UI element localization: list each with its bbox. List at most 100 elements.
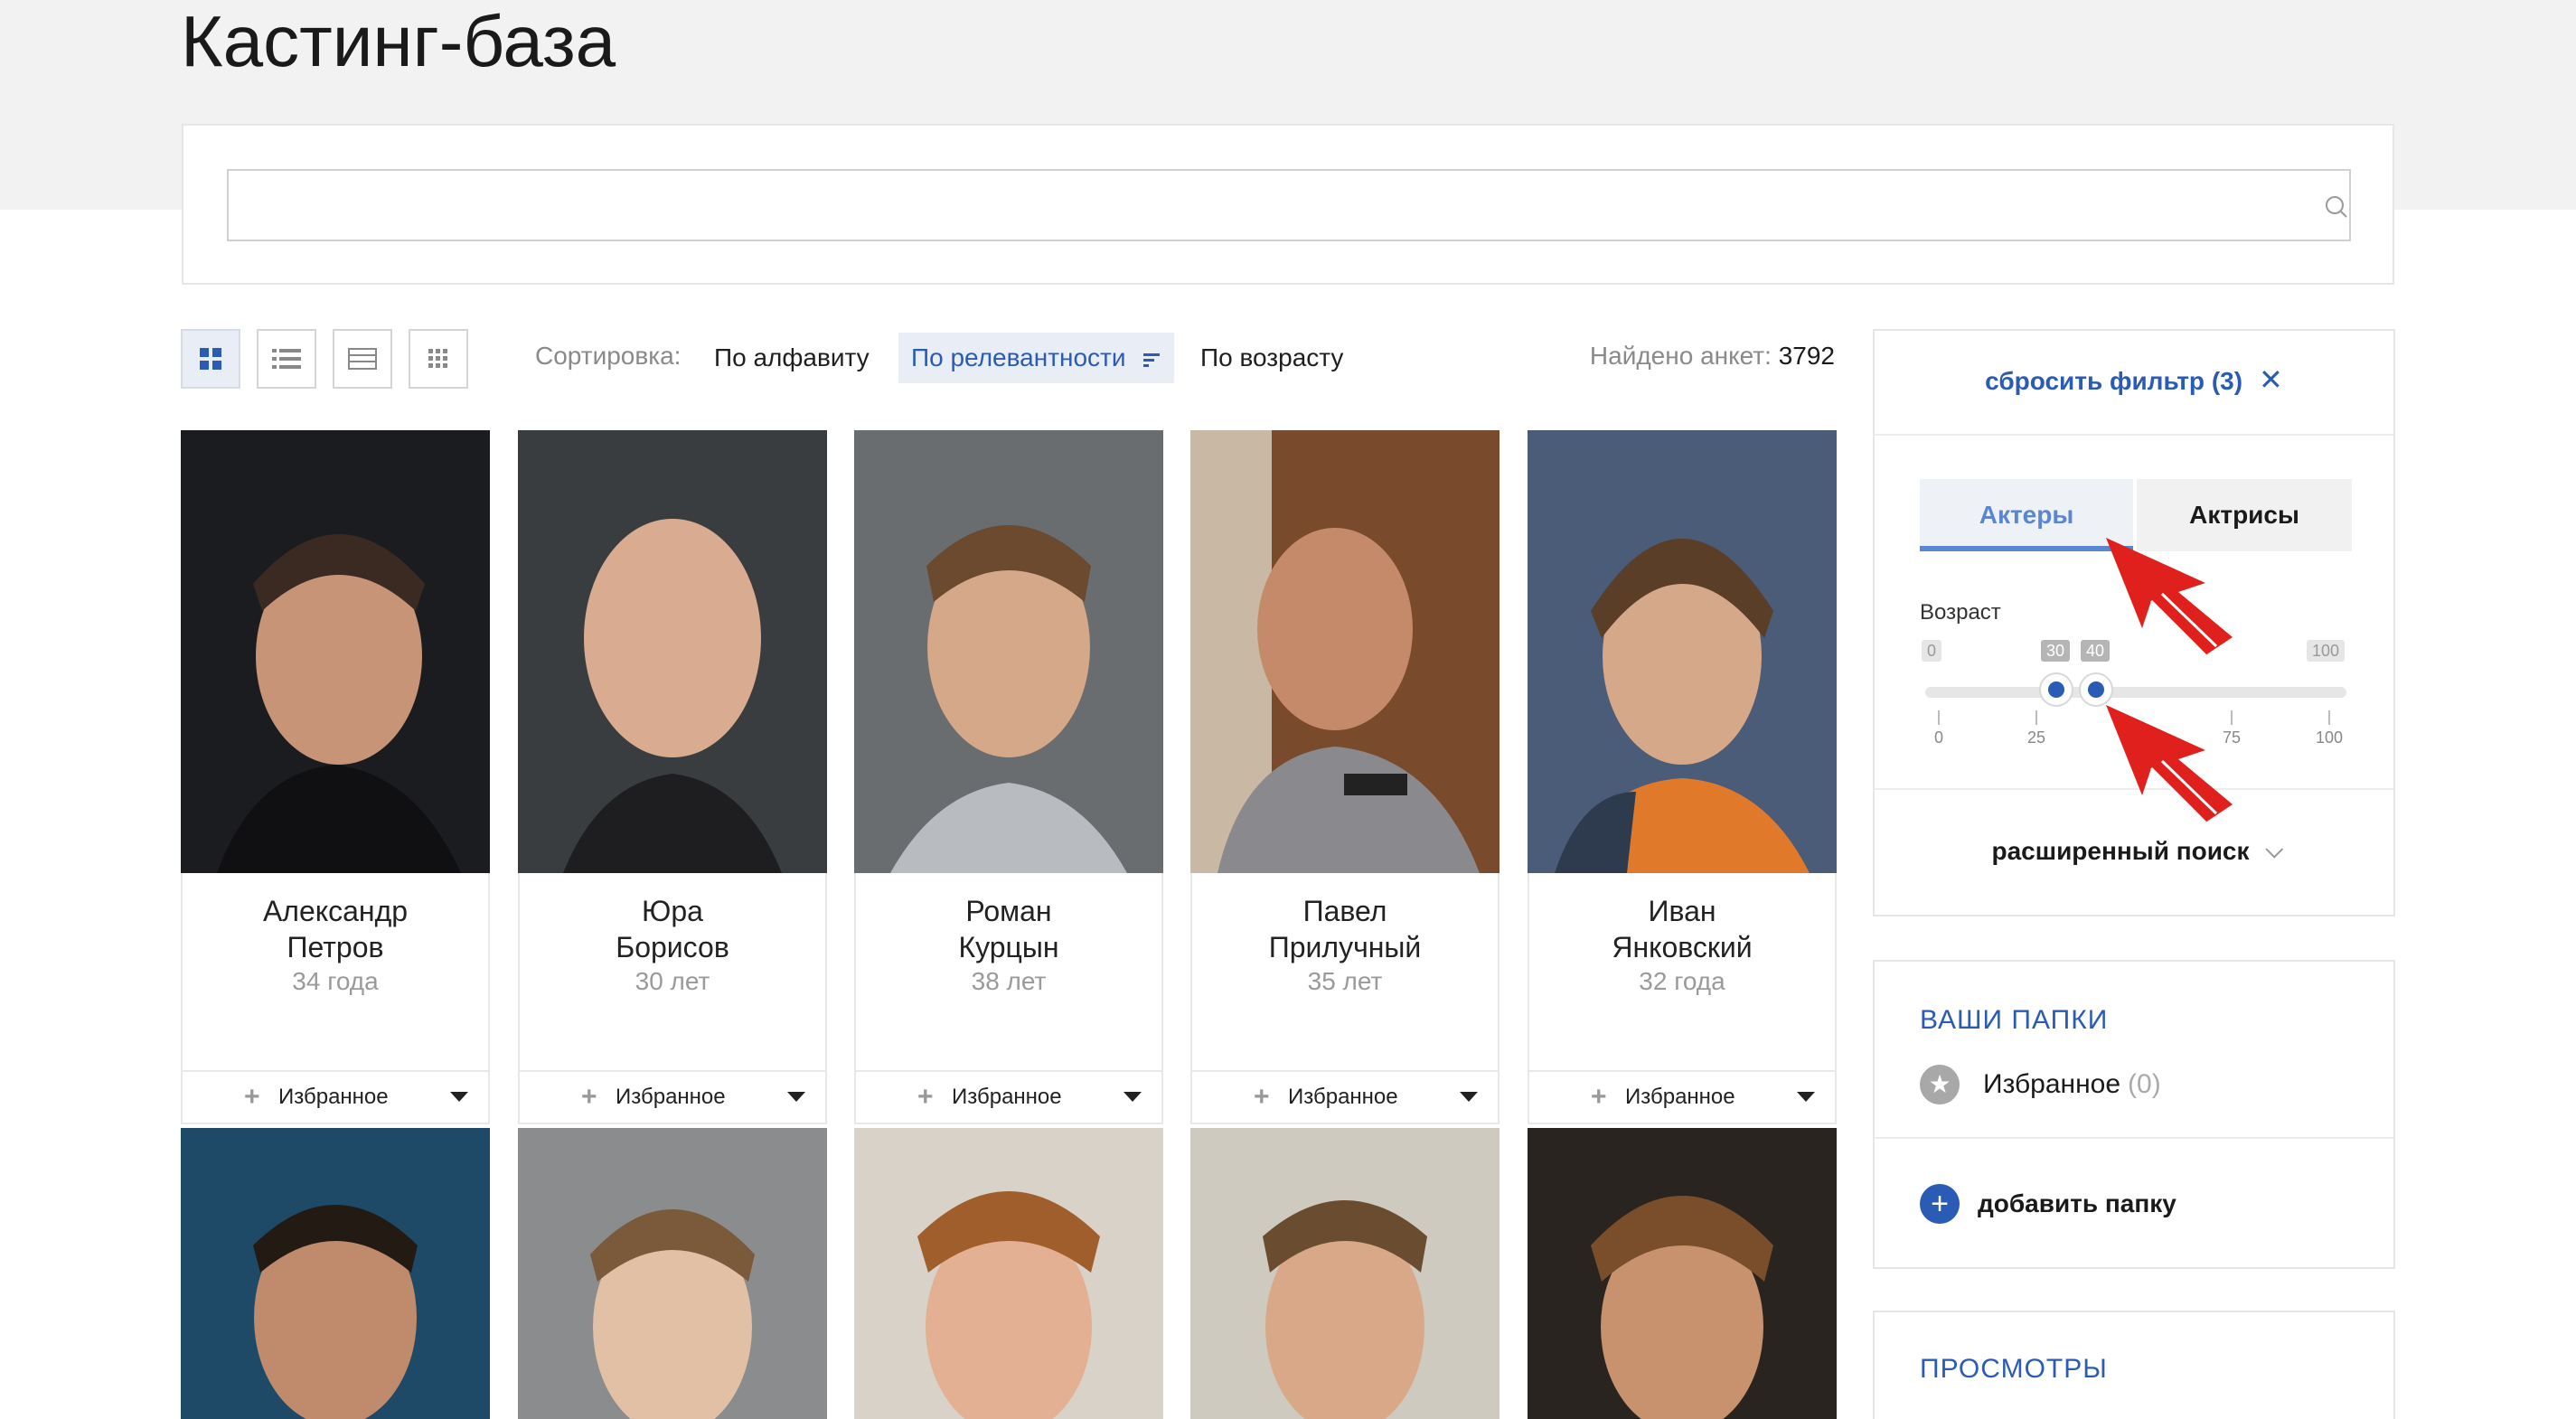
age-max-bubble: 100	[2307, 640, 2346, 662]
actor-photo[interactable]	[518, 430, 827, 873]
sort-relevance-option[interactable]: По релевантности	[898, 333, 1175, 383]
actor-first-name: Юра	[642, 895, 703, 927]
actor-photo[interactable]	[1190, 1128, 1500, 1419]
actor-first-name: Александр	[262, 895, 409, 927]
plus-circle-icon: +	[1920, 1184, 1960, 1224]
favorite-bar[interactable]: + Избранное	[856, 1070, 1161, 1123]
actor-photo[interactable]	[854, 1128, 1163, 1419]
actor-card[interactable]: Роман Курцын 38 лет + Избранное	[854, 430, 1163, 1124]
actor-photo[interactable]	[518, 1128, 827, 1419]
view-list-button[interactable]	[257, 329, 316, 389]
actor-photo[interactable]	[854, 430, 1163, 873]
actor-photo[interactable]	[181, 1128, 490, 1419]
list-icon	[272, 349, 301, 369]
favorite-button[interactable]: Избранное	[1288, 1085, 1398, 1110]
actor-name[interactable]: Роман Курцын	[856, 893, 1161, 965]
plus-icon: +	[1591, 1082, 1607, 1112]
view-table-button[interactable]	[333, 329, 392, 389]
caret-down-icon[interactable]	[1123, 1092, 1142, 1102]
star-icon: ★	[1920, 1065, 1960, 1104]
plus-icon: +	[244, 1082, 260, 1112]
slider-tick	[2035, 710, 2037, 725]
actor-first-name: Иван	[1648, 895, 1716, 927]
actor-name[interactable]: Александр Петров	[183, 893, 488, 965]
add-folder-label: добавить папку	[1978, 1189, 2176, 1217]
sort-alphabet-option[interactable]: По алфавиту	[701, 333, 882, 383]
slider-tick	[1938, 710, 1940, 725]
actor-photo[interactable]	[181, 430, 490, 873]
annotation-arrow-icon	[2106, 538, 2233, 657]
favorite-bar[interactable]: + Избранное	[183, 1070, 488, 1123]
folder-count: (0)	[2128, 1069, 2161, 1099]
sort-relevance-label: По релевантности	[911, 343, 1126, 371]
divider	[1875, 1137, 2393, 1139]
search-input[interactable]	[227, 169, 2351, 241]
favorite-button[interactable]: Избранное	[278, 1085, 389, 1110]
view-grid-large-button[interactable]	[181, 329, 240, 389]
age-slider-handle-min[interactable]	[2039, 672, 2073, 707]
annotation-arrow-icon	[2106, 705, 2233, 824]
add-folder-button[interactable]: + добавить папку	[1920, 1184, 2176, 1224]
actor-last-name: Петров	[287, 931, 384, 963]
actor-card[interactable]: Павел Прилучный 35 лет + Избранное	[1190, 430, 1500, 1124]
age-min-bubble: 0	[1922, 640, 1942, 662]
actor-age: 35 лет	[1307, 967, 1383, 995]
grid-large-icon	[200, 348, 221, 370]
actor-photo[interactable]	[1528, 430, 1837, 873]
favorite-bar[interactable]: + Избранное	[520, 1070, 825, 1123]
actor-name[interactable]: Юра Борисов	[520, 893, 825, 965]
actor-age: 34 года	[292, 967, 379, 995]
age-filter-label: Возраст	[1920, 600, 2001, 625]
actor-last-name: Прилучный	[1268, 931, 1422, 963]
age-from-bubble: 30	[2041, 640, 2071, 662]
close-icon[interactable]: ✕	[2259, 362, 2283, 397]
slider-tick	[2328, 710, 2330, 725]
plus-icon: +	[1254, 1082, 1270, 1112]
reset-filter-row[interactable]: сбросить фильтр (3) ✕	[1875, 331, 2393, 436]
chevron-down-icon[interactable]	[2264, 840, 2283, 859]
actor-card[interactable]: Юра Борисов 30 лет + Избранное	[518, 430, 827, 1124]
slider-tick-label: 25	[2026, 728, 2046, 747]
favorite-button[interactable]: Избранное	[1625, 1085, 1735, 1110]
advanced-search-button[interactable]: расширенный поиск	[1991, 837, 2249, 866]
plus-icon: +	[917, 1082, 934, 1112]
favorite-bar[interactable]: + Избранное	[1529, 1070, 1835, 1123]
caret-down-icon[interactable]	[1460, 1092, 1478, 1102]
actor-photo[interactable]	[1190, 430, 1500, 873]
actor-last-name: Борисов	[616, 931, 729, 963]
actor-name[interactable]: Павел Прилучный	[1192, 893, 1498, 965]
favorite-button[interactable]: Избранное	[952, 1085, 1062, 1110]
actor-last-name: Янковский	[1612, 931, 1753, 963]
caret-down-icon[interactable]	[1797, 1092, 1815, 1102]
views-heading: ПРОСМОТРЫ	[1920, 1354, 2108, 1384]
actor-first-name: Павел	[1302, 895, 1387, 927]
search-icon[interactable]	[2324, 194, 2349, 220]
results-count: Найдено анкет: 3792	[1590, 342, 1835, 371]
actor-age: 38 лет	[971, 967, 1047, 995]
actor-age: 30 лет	[635, 967, 710, 995]
view-grid-small-button[interactable]	[409, 329, 468, 389]
plus-icon: +	[581, 1082, 597, 1112]
caret-down-icon[interactable]	[787, 1092, 805, 1102]
views-panel: ПРОСМОТРЫ	[1873, 1311, 2395, 1419]
results-count-label: Найдено анкет:	[1589, 342, 1772, 370]
reset-filter-button[interactable]: сбросить фильтр (3)	[1985, 367, 2242, 396]
folder-item[interactable]: ★ Избранное (0)	[1920, 1065, 2161, 1104]
actor-name[interactable]: Иван Янковский	[1529, 893, 1835, 965]
caret-down-icon[interactable]	[450, 1092, 468, 1102]
actor-card[interactable]: Александр Петров 34 года + Избранное	[181, 430, 490, 1124]
favorite-bar[interactable]: + Избранное	[1192, 1070, 1498, 1123]
sort-label: Сортировка:	[535, 342, 682, 370]
page-title: Кастинг-база	[181, 1, 616, 81]
favorite-button[interactable]: Избранное	[616, 1085, 726, 1110]
actor-first-name: Роман	[965, 895, 1052, 927]
search-card	[182, 124, 2394, 285]
sort-age-option[interactable]: По возрасту	[1188, 333, 1356, 383]
actor-last-name: Курцын	[958, 931, 1059, 963]
folder-name[interactable]: Избранное	[1983, 1069, 2120, 1100]
slider-tick-label: 100	[2315, 728, 2344, 747]
actor-photo[interactable]	[1528, 1128, 1837, 1419]
table-icon	[348, 348, 377, 370]
actor-age: 32 года	[1639, 967, 1725, 995]
actor-card[interactable]: Иван Янковский 32 года + Избранное	[1528, 430, 1837, 1124]
